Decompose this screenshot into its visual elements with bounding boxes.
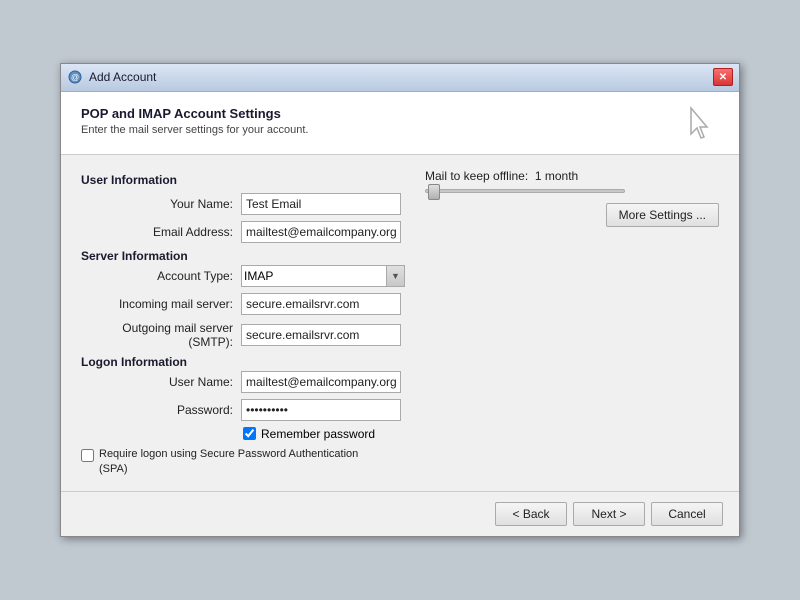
cursor-icon [683, 106, 719, 142]
email-input[interactable] [241, 221, 401, 243]
name-row: Your Name: [81, 193, 405, 215]
cancel-button[interactable]: Cancel [651, 502, 723, 526]
header-text: POP and IMAP Account Settings Enter the … [81, 106, 308, 136]
remember-password-checkbox[interactable] [243, 427, 256, 440]
remember-password-row: Remember password [243, 427, 405, 441]
email-row: Email Address: [81, 221, 405, 243]
account-type-select[interactable]: IMAP POP3 [241, 265, 387, 287]
more-settings-button[interactable]: More Settings ... [606, 203, 719, 227]
server-info-section-title: Server Information [81, 249, 405, 263]
back-button[interactable]: < Back [495, 502, 567, 526]
close-button[interactable]: ✕ [713, 68, 733, 86]
svg-text:@: @ [71, 73, 79, 82]
name-label: Your Name: [81, 197, 241, 211]
next-button[interactable]: Next > [573, 502, 645, 526]
header-icon [683, 106, 719, 142]
name-input[interactable] [241, 193, 401, 215]
username-label: User Name: [81, 375, 241, 389]
header-section: POP and IMAP Account Settings Enter the … [61, 92, 739, 155]
more-settings-row: More Settings ... [425, 203, 719, 227]
offline-label: Mail to keep offline: 1 month [425, 169, 719, 183]
title-bar: @ Add Account ✕ [61, 64, 739, 92]
select-arrow-icon[interactable]: ▼ [387, 265, 405, 287]
account-type-select-wrapper: IMAP POP3 ▼ [241, 265, 405, 287]
password-row: Password: [81, 399, 405, 421]
offline-slider-track [425, 189, 625, 193]
outgoing-server-row: Outgoing mail server (SMTP): [81, 321, 405, 349]
main-layout: User Information Your Name: Email Addres… [81, 169, 719, 478]
password-label: Password: [81, 403, 241, 417]
account-type-row: Account Type: IMAP POP3 ▼ [81, 265, 405, 287]
content-area: User Information Your Name: Email Addres… [61, 155, 739, 492]
password-input[interactable] [241, 399, 401, 421]
username-input[interactable] [241, 371, 401, 393]
incoming-label: Incoming mail server: [81, 297, 241, 311]
outgoing-server-input[interactable] [241, 324, 401, 346]
offline-value: 1 month [535, 169, 578, 183]
offline-slider-thumb[interactable] [428, 184, 440, 200]
slider-container [425, 189, 719, 193]
header-title: POP and IMAP Account Settings [81, 106, 308, 121]
spa-checkbox[interactable] [81, 449, 94, 462]
user-info-section-title: User Information [81, 173, 405, 187]
username-row: User Name: [81, 371, 405, 393]
incoming-server-input[interactable] [241, 293, 401, 315]
right-panel: Mail to keep offline: 1 month More Setti… [405, 169, 719, 478]
account-type-label: Account Type: [81, 269, 241, 283]
footer: < Back Next > Cancel [61, 491, 739, 536]
outgoing-label: Outgoing mail server (SMTP): [81, 321, 241, 349]
spa-label: Require logon using Secure Password Auth… [99, 447, 379, 478]
header-subtitle: Enter the mail server settings for your … [81, 124, 308, 136]
window-icon: @ [67, 69, 83, 85]
window-title: Add Account [89, 70, 156, 84]
email-label: Email Address: [81, 225, 241, 239]
add-account-window: @ Add Account ✕ POP and IMAP Account Set… [60, 63, 740, 538]
title-bar-left: @ Add Account [67, 69, 156, 85]
remember-password-label: Remember password [261, 427, 375, 441]
spa-row: Require logon using Secure Password Auth… [81, 447, 405, 478]
logon-info-section-title: Logon Information [81, 355, 405, 369]
incoming-server-row: Incoming mail server: [81, 293, 405, 315]
left-form: User Information Your Name: Email Addres… [81, 169, 405, 478]
